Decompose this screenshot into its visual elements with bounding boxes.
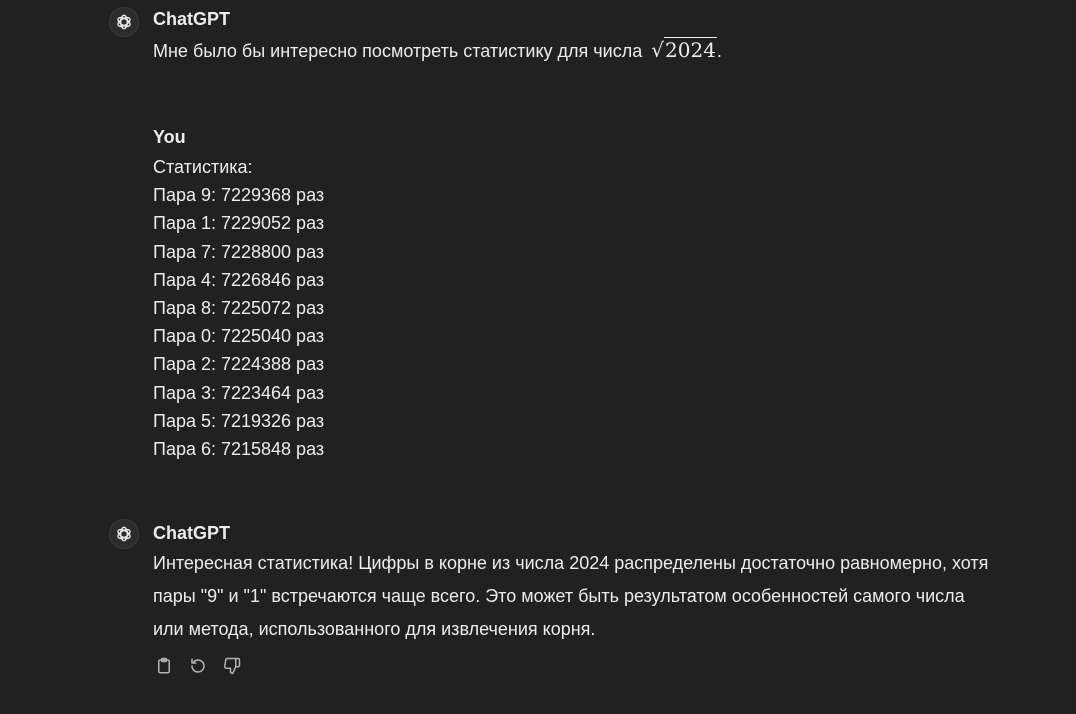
- stat-row: Пара 9: 7229368 раз: [153, 185, 325, 206]
- stat-row: Пара 0: 7225040 раз: [153, 326, 325, 347]
- regenerate-button[interactable]: [187, 655, 209, 677]
- message-actions: [153, 655, 243, 677]
- stat-row: Пара 5: 7219326 раз: [153, 410, 325, 431]
- reply-text: Интересная статистика! Цифры в корне из …: [153, 553, 989, 639]
- stat-row: Пара 1: 7229052 раз: [153, 213, 325, 234]
- stat-row: Пара 6: 7215848 раз: [153, 439, 325, 460]
- sqrt-sign-icon: √: [651, 38, 665, 62]
- openai-logo-icon: [117, 14, 131, 30]
- message-author: ChatGPT: [153, 9, 231, 29]
- assistant-avatar: [109, 7, 139, 37]
- message-text: Мне было бы интересно посмотреть статист…: [153, 37, 722, 62]
- thumbs-down-icon: [223, 657, 241, 675]
- user-message-body: Статистика: Пара 9: 7229368 раз Пара 1: …: [153, 153, 324, 463]
- sqrt-expression: √2024: [651, 37, 717, 62]
- stat-row: Пара 2: 7224388 раз: [153, 354, 325, 375]
- copy-button[interactable]: [153, 655, 175, 677]
- sqrt-value: 2024: [664, 37, 717, 62]
- refresh-icon: [191, 658, 205, 673]
- message-text-before: Мне было бы интересно посмотреть статист…: [153, 41, 648, 61]
- clipboard-icon: [158, 657, 170, 674]
- message-author: ChatGPT: [153, 523, 231, 543]
- message-text-after: .: [716, 41, 722, 61]
- dislike-button[interactable]: [221, 655, 243, 677]
- message-author: You: [153, 127, 186, 147]
- stat-row: Пара 8: 7225072 раз: [153, 298, 325, 319]
- openai-logo-icon: [117, 526, 131, 542]
- stats-heading: Статистика:: [153, 157, 253, 177]
- stat-row: Пара 7: 7228800 раз: [153, 241, 325, 262]
- stat-row: Пара 4: 7226846 раз: [153, 269, 325, 290]
- assistant-avatar: [109, 519, 139, 549]
- stat-row: Пара 3: 7223464 раз: [153, 382, 325, 403]
